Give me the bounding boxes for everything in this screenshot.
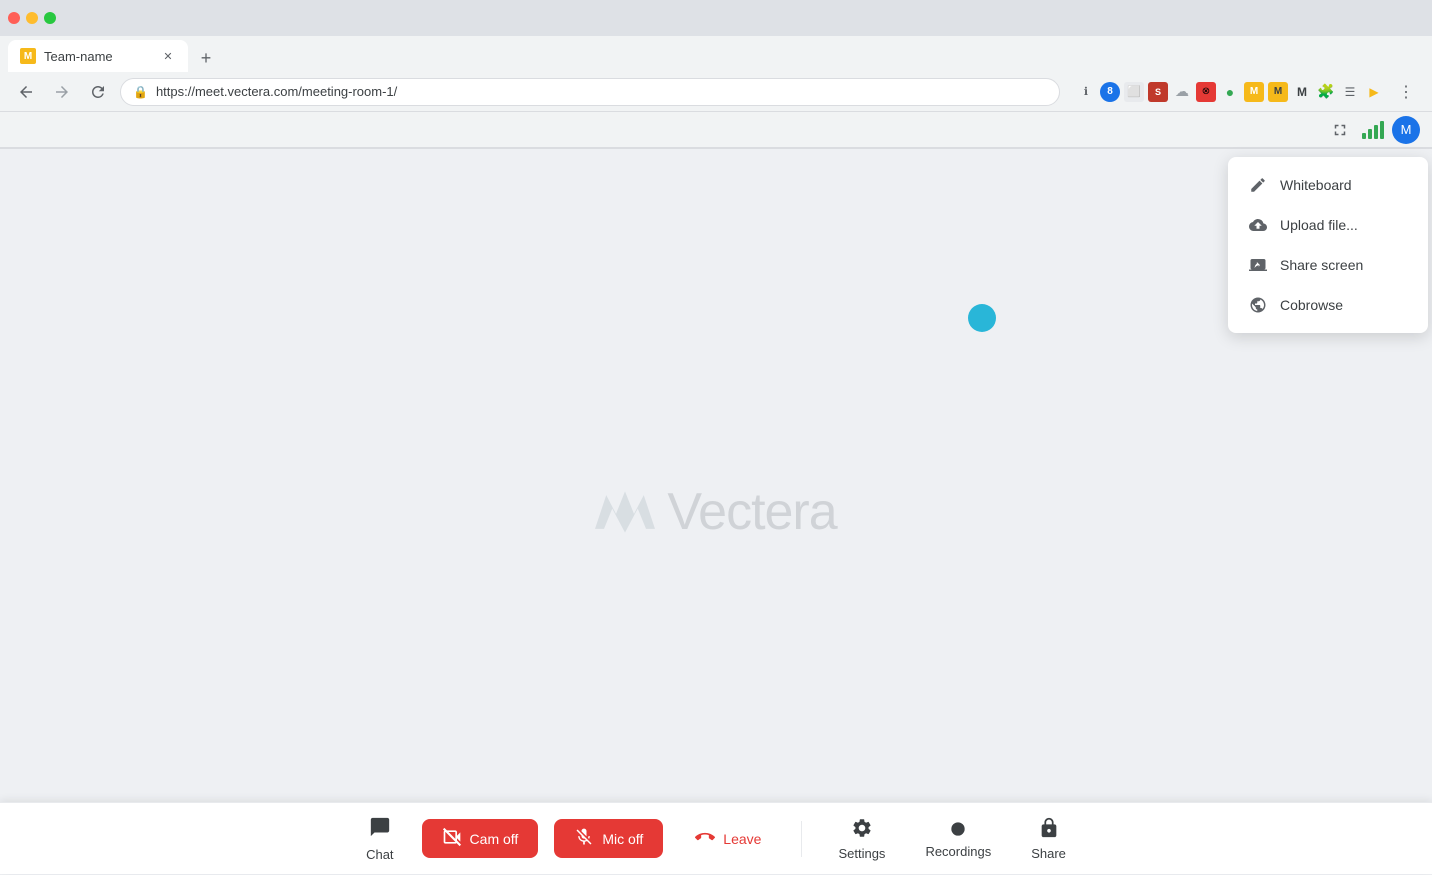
mic-off-icon (574, 827, 594, 850)
share-screen-menu-item[interactable]: Share screen (1228, 245, 1428, 285)
tab-title: Team-name (44, 49, 152, 64)
cam-off-button[interactable]: Cam off (422, 819, 539, 858)
ext-yellow-final[interactable]: ▶ (1364, 82, 1384, 102)
share-button[interactable]: Share (1019, 813, 1078, 865)
bottom-toolbar: Chat Cam off Mic off Leave (0, 802, 1432, 874)
toolbar-divider (801, 821, 802, 857)
ext-yellow-m2[interactable]: M (1268, 82, 1288, 102)
security-icon: 🔒 (133, 85, 148, 99)
forward-button[interactable] (48, 78, 76, 106)
new-tab-button[interactable]: + (192, 44, 220, 72)
upload-menu-item[interactable]: Upload file... (1228, 205, 1428, 245)
recordings-icon (947, 818, 969, 840)
user-avatar[interactable]: M (1392, 116, 1420, 144)
ext-list[interactable]: ☰ (1340, 82, 1360, 102)
menu-button[interactable]: ⋮ (1392, 78, 1420, 106)
whiteboard-icon (1248, 175, 1268, 195)
ext-red-circle[interactable]: ⊗ (1196, 82, 1216, 102)
upload-icon (1248, 215, 1268, 235)
share-screen-icon (1248, 255, 1268, 275)
maximize-button[interactable] (44, 12, 56, 24)
settings-label: Settings (838, 846, 885, 861)
cam-off-label: Cam off (470, 831, 519, 847)
ext-2[interactable]: ⬜ (1124, 82, 1144, 102)
chat-icon (369, 816, 391, 843)
cursor-indicator (968, 304, 996, 332)
ext-1[interactable]: 8 (1100, 82, 1120, 102)
vectera-logo-icon (595, 487, 655, 537)
signal-strength (1362, 121, 1384, 139)
mic-off-button[interactable]: Mic off (554, 819, 663, 858)
fullscreen-button[interactable] (1326, 116, 1354, 144)
ext-green[interactable]: ● (1220, 82, 1240, 102)
vectera-logo: Vectera (595, 482, 836, 542)
ext-info[interactable]: ℹ (1076, 82, 1096, 102)
close-button[interactable] (8, 12, 20, 24)
leave-button[interactable]: Leave (679, 819, 777, 858)
minimize-button[interactable] (26, 12, 38, 24)
ext-skat[interactable]: S (1148, 82, 1168, 102)
leave-label: Leave (723, 831, 761, 847)
whiteboard-menu-item[interactable]: Whiteboard (1228, 165, 1428, 205)
settings-icon (851, 817, 873, 842)
cobrowse-menu-item[interactable]: Cobrowse (1228, 285, 1428, 325)
cam-off-icon (442, 827, 462, 850)
share-screen-label: Share screen (1280, 257, 1363, 273)
share-icon (1038, 817, 1060, 842)
reload-button[interactable] (84, 78, 112, 106)
back-button[interactable] (12, 78, 40, 106)
url-text: https://meet.vectera.com/meeting-room-1/ (156, 84, 397, 99)
whiteboard-label: Whiteboard (1280, 177, 1352, 193)
tab-favicon: M (20, 48, 36, 64)
vectera-logo-text: Vectera (667, 482, 836, 542)
recordings-label: Recordings (925, 844, 991, 859)
ext-cloud[interactable]: ☁ (1172, 82, 1192, 102)
address-bar[interactable]: 🔒 https://meet.vectera.com/meeting-room-… (120, 78, 1060, 106)
chat-label: Chat (366, 847, 393, 862)
chat-button[interactable]: Chat (354, 812, 405, 866)
extensions-area: ℹ 8 ⬜ S ☁ ⊗ ● M M M 🧩 ☰ ▶ (1076, 82, 1384, 102)
meeting-area: Vectera Whiteboard Upload file... Shar (0, 149, 1432, 875)
ext-puzzle[interactable]: 🧩 (1316, 82, 1336, 102)
upload-label: Upload file... (1280, 217, 1358, 233)
recordings-button[interactable]: Recordings (913, 814, 1003, 863)
mic-off-label: Mic off (602, 831, 643, 847)
cobrowse-icon (1248, 295, 1268, 315)
active-tab[interactable]: M Team-name ✕ (8, 40, 188, 72)
tools-dropdown: Whiteboard Upload file... Share screen C… (1228, 157, 1428, 333)
share-label: Share (1031, 846, 1066, 861)
tab-close-button[interactable]: ✕ (160, 48, 176, 64)
settings-button[interactable]: Settings (826, 813, 897, 865)
leave-icon (695, 827, 715, 850)
ext-dark-m[interactable]: M (1292, 82, 1312, 102)
cobrowse-label: Cobrowse (1280, 297, 1343, 313)
ext-yellow-m[interactable]: M (1244, 82, 1264, 102)
